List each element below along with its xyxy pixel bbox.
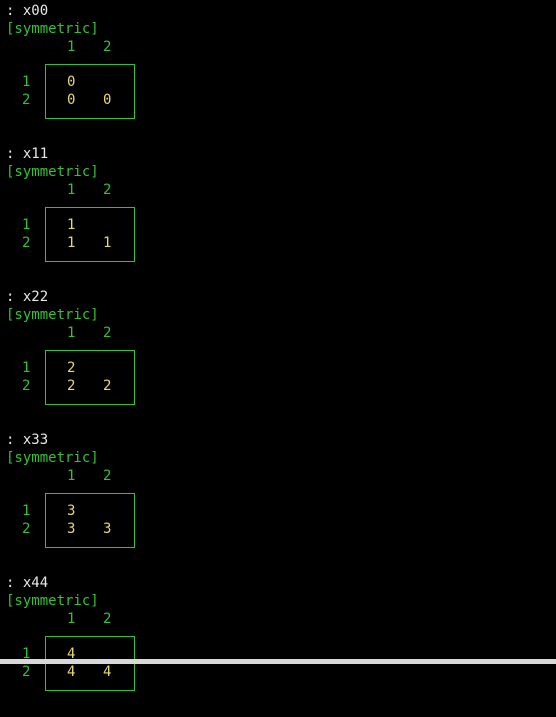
matrix-cell: 2 (67, 360, 76, 376)
matrix-cell: 0 (67, 74, 76, 90)
row-header: 2 (22, 664, 31, 680)
matrix-cell: 1 (67, 235, 76, 251)
matrix-cell: 1 (103, 235, 112, 251)
column-header: 2 (103, 39, 112, 55)
row-header: 1 (22, 360, 31, 376)
matrix-cell: 0 (103, 92, 112, 108)
matrix-box (45, 493, 135, 548)
column-header: 2 (103, 325, 112, 341)
matrix-command: : x33 (6, 432, 49, 448)
column-header: 1 (67, 611, 76, 627)
matrix-cell: 3 (67, 503, 76, 519)
matrix-block: : x33 [symmetric] 1 2 1 2 3 3 3 (0, 431, 556, 574)
window-bottom-edge (0, 659, 556, 664)
matrix-cell: 1 (67, 217, 76, 233)
row-header: 2 (22, 378, 31, 394)
row-header: 2 (22, 235, 31, 251)
symmetric-note: [symmetric] (6, 593, 99, 609)
matrix-command: : x44 (6, 575, 49, 591)
symmetric-note: [symmetric] (6, 307, 99, 323)
matrix-command: : x11 (6, 146, 49, 162)
matrix-box (45, 64, 135, 119)
column-header: 2 (103, 611, 112, 627)
matrix-block: : x00 [symmetric] 1 2 1 2 0 0 0 (0, 2, 556, 145)
matrix-cell: 2 (67, 378, 76, 394)
symmetric-note: [symmetric] (6, 164, 99, 180)
matrix-cell: 0 (67, 92, 76, 108)
column-header: 2 (103, 468, 112, 484)
row-header: 2 (22, 92, 31, 108)
column-header: 1 (67, 325, 76, 341)
column-header: 2 (103, 182, 112, 198)
matrix-command: : x22 (6, 289, 49, 305)
symmetric-note: [symmetric] (6, 450, 99, 466)
matrix-box (45, 350, 135, 405)
matrix-cell: 3 (103, 521, 112, 537)
column-header: 1 (67, 182, 76, 198)
row-header: 1 (22, 217, 31, 233)
symmetric-note: [symmetric] (6, 21, 99, 37)
matrix-cell: 4 (103, 664, 112, 680)
matrix-command: : x00 (6, 3, 49, 19)
matrix-cell: 2 (103, 378, 112, 394)
column-header: 1 (67, 468, 76, 484)
matrix-block: : x22 [symmetric] 1 2 1 2 2 2 2 (0, 288, 556, 431)
row-header: 1 (22, 74, 31, 90)
row-header: 1 (22, 503, 31, 519)
matrix-cell: 4 (67, 664, 76, 680)
matrix-block: : x11 [symmetric] 1 2 1 2 1 1 1 (0, 145, 556, 288)
matrix-block: : x44 [symmetric] 1 2 1 2 4 4 4 (0, 574, 556, 717)
column-header: 1 (67, 39, 76, 55)
matrix-cell: 3 (67, 521, 76, 537)
matrix-box (45, 207, 135, 262)
row-header: 2 (22, 521, 31, 537)
